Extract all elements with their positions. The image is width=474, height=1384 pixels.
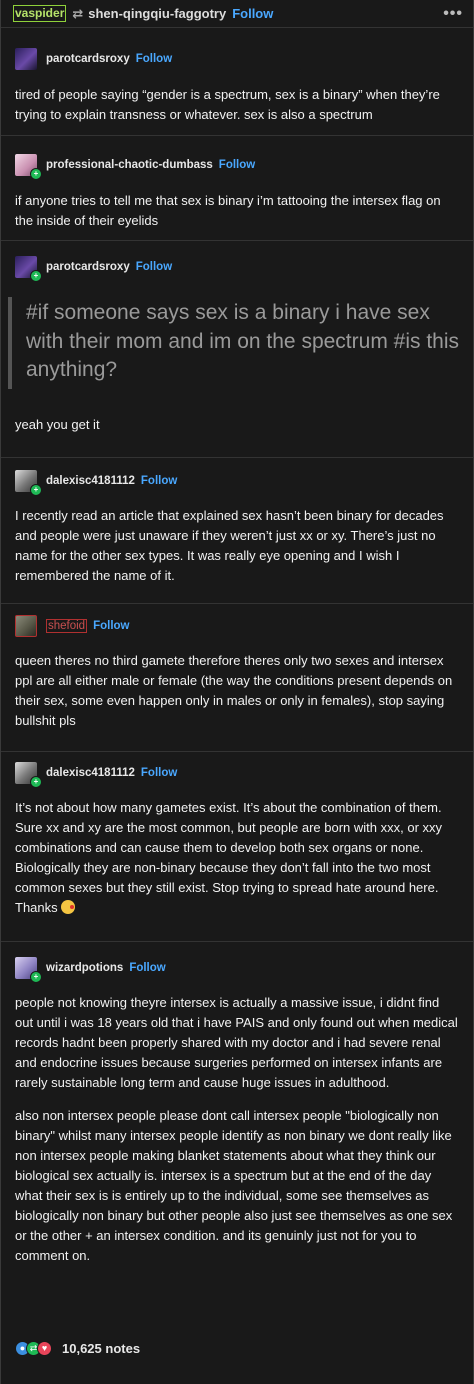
entry-paragraph: if anyone tries to tell me that sex is b… <box>15 193 441 228</box>
online-badge-icon: + <box>30 270 42 282</box>
entry-header: parotcardsroxy Follow <box>15 48 459 70</box>
avatar[interactable]: + <box>15 762 42 788</box>
notes-count[interactable]: 10,625 notes <box>62 1341 140 1356</box>
reblog-icon: ⇄ <box>72 5 84 21</box>
reblog-entry: parotcardsroxy Follow tired of people sa… <box>1 28 473 136</box>
username-link[interactable]: shefoid <box>46 619 88 633</box>
avatar[interactable]: + <box>15 957 42 983</box>
username-link[interactable]: professional-chaotic-dumbass <box>46 159 213 171</box>
avatar[interactable]: + <box>15 154 42 180</box>
entry-paragraph: also non intersex people please dont cal… <box>15 1108 453 1263</box>
reblog-entry: shefoid Follow queen theres no third gam… <box>1 604 473 752</box>
entry-paragraph: yeah you get it <box>15 416 100 432</box>
tags-quote: #if someone says sex is a binary i have … <box>8 297 459 389</box>
entry-paragraph: I recently read an article that explaine… <box>15 508 444 583</box>
entry-header: shefoid Follow <box>15 615 459 637</box>
post-footer: ● ⇄ ♥ 10,625 notes <box>1 1328 473 1368</box>
entry-header: + parotcardsroxy Follow <box>15 256 459 282</box>
entry-header: + dalexisc4181112 Follow <box>15 762 459 788</box>
online-badge-icon: + <box>30 776 42 788</box>
follow-button[interactable]: Follow <box>93 620 129 632</box>
entry-paragraph: queen theres no third gamete therefore t… <box>15 653 453 728</box>
entry-paragraph-text: It’s not about how many gametes exist. I… <box>15 800 443 915</box>
online-badge-icon: + <box>30 971 42 983</box>
username-link[interactable]: dalexisc4181112 <box>46 475 135 487</box>
reblog-entry: + parotcardsroxy Follow #if someone says… <box>1 241 473 458</box>
like-icon: ♥ <box>37 1340 52 1356</box>
follow-button[interactable]: Follow <box>219 159 255 171</box>
reblog-entry: + dalexisc4181112 Follow I recently read… <box>1 458 473 604</box>
more-options-icon[interactable]: ••• <box>443 5 463 23</box>
username-link[interactable]: parotcardsroxy <box>46 53 130 65</box>
avatar[interactable] <box>15 615 37 637</box>
online-badge-icon: + <box>30 168 42 180</box>
username-link[interactable]: wizardpotions <box>46 962 123 974</box>
avatar[interactable] <box>15 48 37 70</box>
tumblr-post: vaspider ⇄ shen-qingqiu-faggotry Follow … <box>0 0 474 1384</box>
entry-paragraph: It’s not about how many gametes exist. I… <box>15 798 459 918</box>
follow-button[interactable]: Follow <box>136 53 172 65</box>
original-poster-link[interactable]: vaspider <box>13 5 67 22</box>
follow-button-reblogger[interactable]: Follow <box>232 6 273 21</box>
avatar[interactable]: + <box>15 256 42 282</box>
entry-header: + wizardpotions Follow <box>15 957 459 983</box>
follow-button[interactable]: Follow <box>141 475 177 487</box>
kiss-emoji-icon <box>61 900 76 914</box>
username-link[interactable]: dalexisc4181112 <box>46 767 135 779</box>
online-badge-icon: + <box>30 484 42 496</box>
follow-button[interactable]: Follow <box>141 767 177 779</box>
entry-header: + dalexisc4181112 Follow <box>15 470 459 496</box>
follow-button[interactable]: Follow <box>129 962 165 974</box>
post-header: vaspider ⇄ shen-qingqiu-faggotry Follow … <box>1 0 473 28</box>
reblog-entry: + professional-chaotic-dumbass Follow if… <box>1 136 473 241</box>
username-link[interactable]: parotcardsroxy <box>46 261 130 273</box>
follow-button[interactable]: Follow <box>136 261 172 273</box>
reblog-entry: + wizardpotions Follow people not knowin… <box>1 942 473 1322</box>
entry-header: + professional-chaotic-dumbass Follow <box>15 154 459 180</box>
entry-paragraph: tired of people saying “gender is a spec… <box>15 87 440 122</box>
note-type-icons: ● ⇄ ♥ <box>15 1340 52 1356</box>
entry-paragraph: people not knowing theyre intersex is ac… <box>15 995 458 1090</box>
reblogger-link[interactable]: shen-qingqiu-faggotry <box>88 6 226 21</box>
reblog-entry: + dalexisc4181112 Follow It’s not about … <box>1 752 473 942</box>
avatar[interactable]: + <box>15 470 42 496</box>
